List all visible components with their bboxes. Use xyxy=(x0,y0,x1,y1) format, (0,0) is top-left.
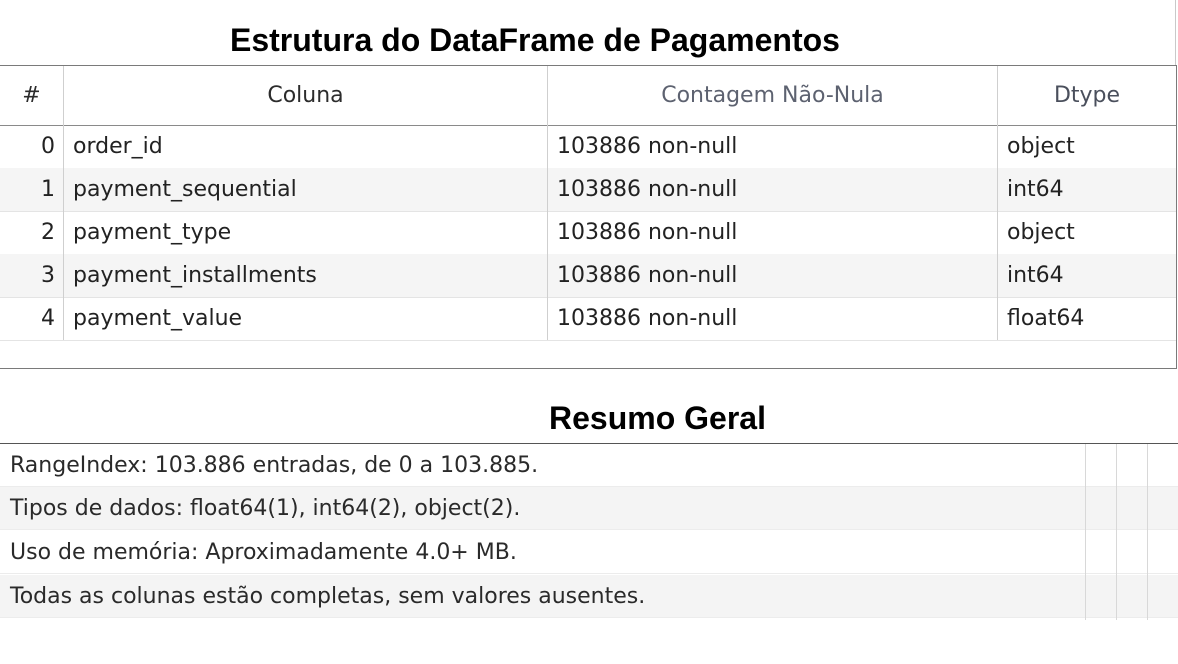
summary-column-divider xyxy=(1085,444,1086,620)
row-column: payment_type xyxy=(64,211,548,254)
header-count: Contagem Não-Nula xyxy=(548,66,998,125)
row-index: 2 xyxy=(0,211,64,254)
structure-table: # Coluna Contagem Não-Nula Dtype 0 order… xyxy=(0,65,1177,369)
row-dtype: float64 xyxy=(1007,306,1085,331)
summary-line: Tipos de dados: float64(1), int64(2), ob… xyxy=(10,496,521,521)
structure-title: Estrutura do DataFrame de Pagamentos xyxy=(230,22,840,58)
summary-title: Resumo Geral xyxy=(549,400,766,436)
table-empty-row xyxy=(0,341,1176,369)
row-dtype: object xyxy=(1007,134,1075,159)
row-column: order_id xyxy=(64,125,548,168)
row-count: 103886 non-null xyxy=(548,254,998,297)
table-row: 1 payment_sequential 103886 non-null int… xyxy=(0,168,1176,212)
summary-line: Todas as colunas estão completas, sem va… xyxy=(10,584,646,609)
row-dtype: object xyxy=(1007,220,1075,245)
summary-row: Todas as colunas estão completas, sem va… xyxy=(0,575,1178,618)
table-row: 0 order_id 103886 non-null object xyxy=(0,125,1176,169)
row-column: payment_installments xyxy=(64,254,548,297)
header-dtype: Dtype xyxy=(1053,83,1121,108)
row-count: 103886 non-null xyxy=(548,297,998,340)
summary-row: Uso de memória: Aproximadamente 4.0+ MB. xyxy=(0,531,1178,574)
table-row: 2 payment_type 103886 non-null object xyxy=(0,211,1176,255)
header-column: Coluna xyxy=(64,66,548,125)
row-column: payment_value xyxy=(64,297,548,340)
table-header-row: # Coluna Contagem Não-Nula Dtype xyxy=(0,66,1176,126)
row-column: payment_sequential xyxy=(64,168,548,211)
table-row: 3 payment_installments 103886 non-null i… xyxy=(0,254,1176,298)
summary-row: Tipos de dados: float64(1), int64(2), ob… xyxy=(0,487,1178,530)
summary-column-divider xyxy=(1116,444,1117,620)
header-index: # xyxy=(0,66,64,125)
right-edge-line xyxy=(1175,0,1176,66)
row-dtype: int64 xyxy=(1007,177,1064,202)
summary-column-divider xyxy=(1147,444,1148,620)
row-count: 103886 non-null xyxy=(548,168,998,211)
row-index: 3 xyxy=(0,254,64,297)
summary-row: RangeIndex: 103.886 entradas, de 0 a 103… xyxy=(0,444,1178,487)
summary-line: Uso de memória: Aproximadamente 4.0+ MB. xyxy=(10,540,517,565)
row-count: 103886 non-null xyxy=(548,125,998,168)
summary-table: RangeIndex: 103.886 entradas, de 0 a 103… xyxy=(0,443,1178,620)
row-index: 0 xyxy=(0,125,64,168)
row-index: 4 xyxy=(0,297,64,340)
summary-line: RangeIndex: 103.886 entradas, de 0 a 103… xyxy=(10,453,539,478)
row-dtype: int64 xyxy=(1007,263,1064,288)
row-index: 1 xyxy=(0,168,64,211)
table-row: 4 payment_value 103886 non-null float64 xyxy=(0,297,1176,341)
row-count: 103886 non-null xyxy=(548,211,998,254)
